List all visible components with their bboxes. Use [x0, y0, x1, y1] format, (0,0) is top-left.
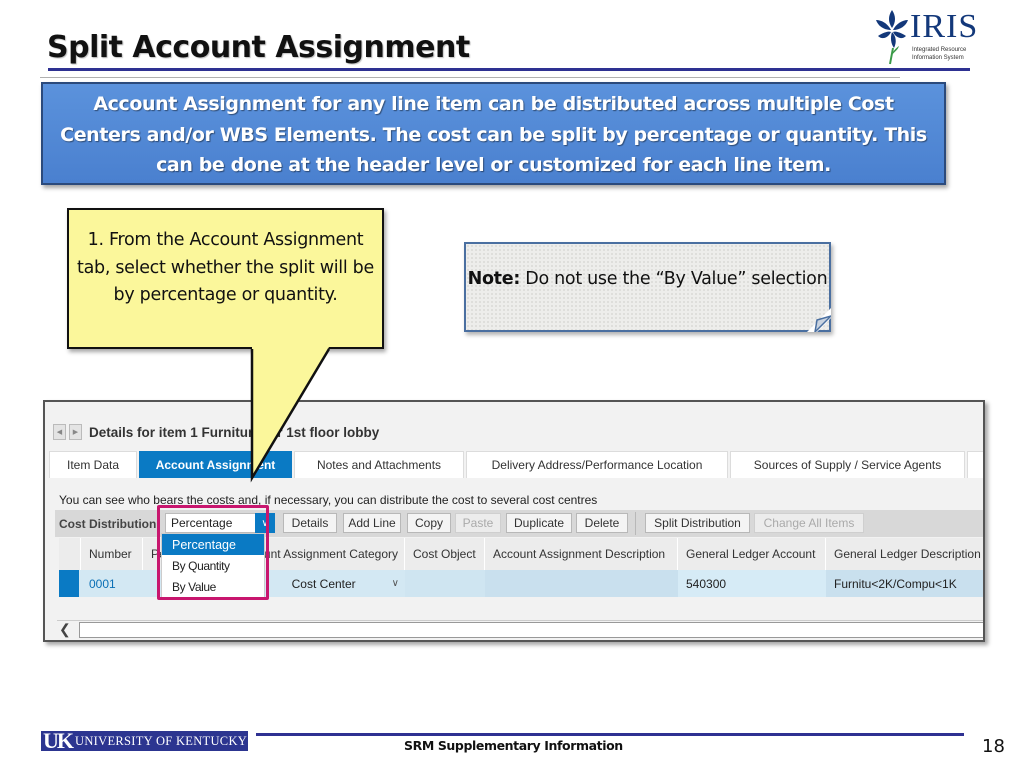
- details-button[interactable]: Details: [283, 513, 337, 533]
- title-rule: [48, 68, 970, 71]
- column-header-gl-description[interactable]: General Ledger Description: [826, 538, 983, 570]
- uk-monogram: UK: [43, 728, 74, 753]
- page-curl-icon: [807, 308, 831, 332]
- delete-button[interactable]: Delete: [576, 513, 628, 533]
- intro-banner: Account Assignment for any line item can…: [41, 82, 946, 185]
- university-name: UNIVERSITY OF KENTUCKY: [75, 733, 248, 748]
- tab-notes-attachments[interactable]: Notes and Attachments: [294, 451, 464, 478]
- title-rule-secondary: [40, 77, 900, 78]
- note-text: Do not use the “By Value” selection: [520, 269, 828, 289]
- page-number: 18: [982, 736, 1005, 757]
- duplicate-button[interactable]: Duplicate: [506, 513, 572, 533]
- column-header-category[interactable]: Account Assignment Category: [253, 538, 405, 570]
- slide-title: Split Account Assignment: [47, 30, 470, 65]
- cost-info-text: You can see who bears the costs and, if …: [59, 493, 598, 507]
- cell-category[interactable]: Cost Center ∨: [253, 570, 405, 597]
- column-header-gl-account[interactable]: General Ledger Account: [678, 538, 826, 570]
- arrow-left-icon: ◀: [56, 429, 63, 436]
- footer-title: SRM Supplementary Information: [404, 738, 623, 753]
- tab-sources-of-supply[interactable]: Sources of Supply / Service Agents: [730, 451, 965, 478]
- row-selector[interactable]: [59, 570, 79, 597]
- banner-line: Centers and/or WBS Elements. The cost ca…: [60, 123, 927, 146]
- instruction-callout: 1. From the Account Assignment tab, sele…: [67, 208, 384, 349]
- details-header: ◀ ▶ Details for item 1 Furniture for 1st…: [53, 422, 379, 442]
- cell-aa-description[interactable]: [485, 570, 678, 597]
- banner-line: Account Assignment for any line item can…: [93, 93, 894, 115]
- cell-number[interactable]: 0001: [81, 570, 143, 597]
- iris-subtitle-line2: Information System: [912, 55, 964, 61]
- next-item-button[interactable]: ▶: [69, 424, 82, 440]
- cell-gl-account[interactable]: 540300: [678, 570, 826, 597]
- cell-cost-object[interactable]: [405, 570, 485, 597]
- chevron-down-icon[interactable]: ∨: [392, 578, 399, 589]
- split-distribution-button[interactable]: Split Distribution: [645, 513, 750, 533]
- add-line-button[interactable]: Add Line: [343, 513, 401, 533]
- iris-wordmark: IRIS: [910, 8, 979, 45]
- paste-button[interactable]: Paste: [455, 513, 501, 533]
- iris-subtitle: Integrated Resource Information System: [912, 46, 966, 62]
- toolbar-separator: [635, 512, 636, 535]
- footer-rule: [256, 733, 964, 736]
- previous-item-button[interactable]: ◀: [53, 424, 66, 440]
- row-selector-header[interactable]: [59, 538, 81, 570]
- detail-tabs: Item Data Account Assignment Notes and A…: [49, 451, 983, 478]
- tab-more[interactable]: [967, 451, 983, 478]
- column-header-aa-description[interactable]: Account Assignment Description: [485, 538, 678, 570]
- university-logo: UK UNIVERSITY OF KENTUCKY: [41, 728, 248, 753]
- details-title: Details for item 1 Furniture for 1st flo…: [89, 424, 380, 440]
- column-header-number[interactable]: Number: [81, 538, 143, 570]
- note-label: Note:: [467, 269, 521, 289]
- copy-button[interactable]: Copy: [407, 513, 451, 533]
- note-box: Note: Do not use the “By Value” selectio…: [464, 242, 831, 332]
- horizontal-scrollbar[interactable]: ❮: [57, 620, 983, 638]
- tab-item-data[interactable]: Item Data: [49, 451, 137, 478]
- banner-line: can be done at the header level or custo…: [156, 154, 831, 176]
- tab-account-assignment[interactable]: Account Assignment: [139, 451, 292, 478]
- cell-gl-description[interactable]: Furnitu<2K/Compu<1K: [826, 570, 983, 597]
- dropdown-highlight-box: [157, 505, 269, 600]
- tab-delivery-address[interactable]: Delivery Address/Performance Location: [466, 451, 728, 478]
- iris-logo: IRIS Integrated Resource Information Sys…: [872, 6, 982, 68]
- scroll-left-icon[interactable]: ❮: [59, 621, 71, 638]
- column-header-cost-object[interactable]: Cost Object: [405, 538, 485, 570]
- change-all-items-button[interactable]: Change All Items: [754, 513, 864, 533]
- arrow-right-icon: ▶: [72, 429, 79, 436]
- scrollbar-track[interactable]: [79, 622, 983, 638]
- cell-category-value: Cost Center: [291, 576, 356, 591]
- cost-distribution-label: Cost Distribution: [59, 517, 157, 531]
- iris-subtitle-line1: Integrated Resource: [912, 47, 967, 53]
